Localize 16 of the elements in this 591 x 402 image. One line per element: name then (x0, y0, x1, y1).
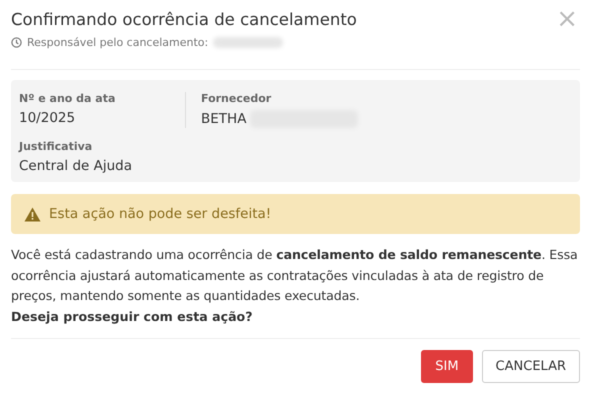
field-label: Justificativa (19, 140, 94, 153)
message-text: Você está cadastrando uma ocorrência de cancelamento de saldo remanescente. Essa ocorrência ajustará automaticamente as contratações vinculadas à ata de registro de preços, mantendo somente as quantidades executadas. (11, 246, 579, 305)
confirm-button[interactable]: SIM (421, 350, 473, 383)
field-value: Central de Ajuda (19, 158, 132, 174)
redacted-text (213, 37, 284, 48)
clock-icon (11, 37, 22, 48)
cancel-button[interactable]: CANCELAR (482, 350, 580, 383)
warning-text: Esta ação não pode ser desfeita! (49, 206, 272, 222)
field-label: Fornecedor (201, 92, 272, 105)
confirm-question: Deseja prosseguir com esta ação? (11, 308, 254, 326)
field-value: BETHA (201, 111, 246, 127)
dialog-title: Confirmando ocorrência de cancelamento (11, 10, 357, 29)
warning-icon (24, 206, 41, 222)
field-label: Nº e ano da ata (19, 92, 116, 105)
responsible-label: Responsável pelo cancelamento: (27, 36, 208, 49)
field-value: 10/2025 (19, 110, 76, 126)
